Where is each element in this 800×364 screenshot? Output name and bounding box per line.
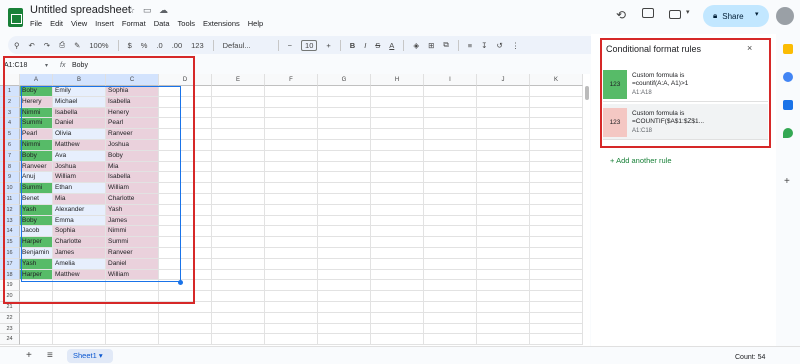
- gridline: [529, 86, 530, 346]
- merge-icon[interactable]: ⧉: [443, 40, 448, 50]
- column-header[interactable]: K: [530, 74, 583, 86]
- wrap-icon[interactable]: ↧: [481, 41, 487, 50]
- share-label: Share: [722, 11, 744, 21]
- divider: [339, 39, 341, 51]
- avatar[interactable]: [776, 7, 794, 25]
- horizontal-scrollbar[interactable]: [140, 341, 590, 345]
- chevron-down-icon[interactable]: ▾: [686, 8, 690, 16]
- percent-button[interactable]: %: [141, 41, 148, 50]
- italic-button[interactable]: I: [364, 41, 366, 50]
- row-header[interactable]: 23: [0, 323, 20, 335]
- divider: [403, 39, 405, 51]
- font-select[interactable]: Defaul...: [223, 41, 269, 50]
- decrease-decimal-button[interactable]: .0: [156, 41, 162, 50]
- menu-extensions[interactable]: Extensions: [203, 19, 240, 28]
- column-header[interactable]: H: [371, 74, 424, 86]
- version-history-icon[interactable]: ⟲: [616, 8, 626, 22]
- gridline: [264, 86, 265, 346]
- column-header[interactable]: F: [265, 74, 318, 86]
- redo-icon[interactable]: ↷: [44, 41, 50, 50]
- zoom-select[interactable]: 100%: [89, 41, 108, 50]
- keep-icon[interactable]: [783, 44, 793, 54]
- gridline: [476, 86, 477, 346]
- menu-help[interactable]: Help: [248, 19, 263, 28]
- add-on-plus-icon[interactable]: +: [784, 176, 790, 187]
- add-rule-button[interactable]: + Add another rule: [610, 156, 672, 165]
- gridline: [317, 86, 318, 346]
- font-size-input[interactable]: 10: [301, 39, 318, 51]
- print-icon[interactable]: ⎙: [59, 40, 65, 50]
- bottom-bar: [0, 346, 800, 364]
- search-icon[interactable]: ⚲: [14, 41, 20, 50]
- menu-bar: File Edit View Insert Format Data Tools …: [30, 19, 263, 28]
- column-header[interactable]: G: [318, 74, 371, 86]
- divider: [457, 39, 459, 51]
- gridline: [211, 86, 212, 346]
- row-header[interactable]: 22: [0, 312, 20, 324]
- increase-decimal-button[interactable]: .00: [172, 41, 182, 50]
- folder-icon[interactable]: ▭: [143, 5, 152, 16]
- text-color-button[interactable]: A: [389, 41, 394, 50]
- more-icon[interactable]: ⋮: [512, 41, 520, 50]
- column-header[interactable]: I: [424, 74, 477, 86]
- tab-sheet1[interactable]: Sheet1 ▾: [67, 349, 113, 363]
- highlight-annotation-panel: [600, 38, 771, 148]
- paint-format-icon[interactable]: ✎: [74, 41, 80, 50]
- tasks-icon[interactable]: [783, 72, 793, 82]
- row-header[interactable]: 24: [0, 334, 20, 346]
- document-title[interactable]: Untitled spreadsheet: [30, 4, 131, 16]
- bold-button[interactable]: B: [350, 41, 355, 50]
- status-count[interactable]: Count: 54: [735, 354, 765, 361]
- cloud-icon: ☁: [159, 5, 168, 15]
- gridline: [370, 86, 371, 346]
- divider: [117, 39, 119, 51]
- font-size-increase[interactable]: +: [326, 41, 330, 50]
- menu-format[interactable]: Format: [122, 19, 146, 28]
- strikethrough-button[interactable]: S: [375, 41, 380, 50]
- contacts-icon[interactable]: [783, 100, 793, 110]
- sheet-tab-label: Sheet1: [73, 351, 97, 360]
- borders-icon[interactable]: ⊞: [428, 41, 434, 50]
- divider: [277, 39, 279, 51]
- undo-icon[interactable]: ↶: [29, 41, 35, 50]
- meet-icon[interactable]: [669, 10, 681, 19]
- menu-tools[interactable]: Tools: [178, 19, 196, 28]
- font-size-decrease[interactable]: −: [288, 41, 292, 50]
- align-icon[interactable]: ≡: [468, 41, 472, 50]
- lock-icon: 🔒︎: [713, 11, 718, 20]
- column-header[interactable]: J: [477, 74, 530, 86]
- gridline: [582, 86, 583, 346]
- vertical-scrollbar[interactable]: [585, 86, 589, 100]
- gridline: [423, 86, 424, 346]
- menu-edit[interactable]: Edit: [50, 19, 63, 28]
- share-dropdown-icon[interactable]: ▾: [755, 10, 759, 18]
- divider: [212, 39, 214, 51]
- menu-insert[interactable]: Insert: [95, 19, 114, 28]
- add-sheet-button[interactable]: +: [26, 350, 32, 361]
- rotate-icon[interactable]: ↺: [496, 41, 502, 50]
- sheets-logo[interactable]: [8, 8, 23, 27]
- column-header[interactable]: E: [212, 74, 265, 86]
- all-sheets-button[interactable]: ≡: [47, 350, 53, 361]
- highlight-annotation-grid: [3, 56, 195, 304]
- star-icon[interactable]: ☆: [127, 5, 135, 16]
- menu-data[interactable]: Data: [154, 19, 170, 28]
- currency-button[interactable]: $: [128, 41, 132, 50]
- comment-icon[interactable]: [642, 8, 654, 18]
- chevron-down-icon[interactable]: ▾: [99, 351, 103, 360]
- fill-color-icon[interactable]: ◈: [413, 41, 419, 50]
- menu-view[interactable]: View: [71, 19, 87, 28]
- plus-icon: +: [610, 156, 615, 165]
- add-rule-label: Add another rule: [616, 156, 672, 165]
- number-format-button[interactable]: 123: [191, 41, 204, 50]
- maps-icon[interactable]: [783, 128, 793, 138]
- menu-file[interactable]: File: [30, 19, 42, 28]
- share-button[interactable]: 🔒︎ Share: [703, 5, 769, 27]
